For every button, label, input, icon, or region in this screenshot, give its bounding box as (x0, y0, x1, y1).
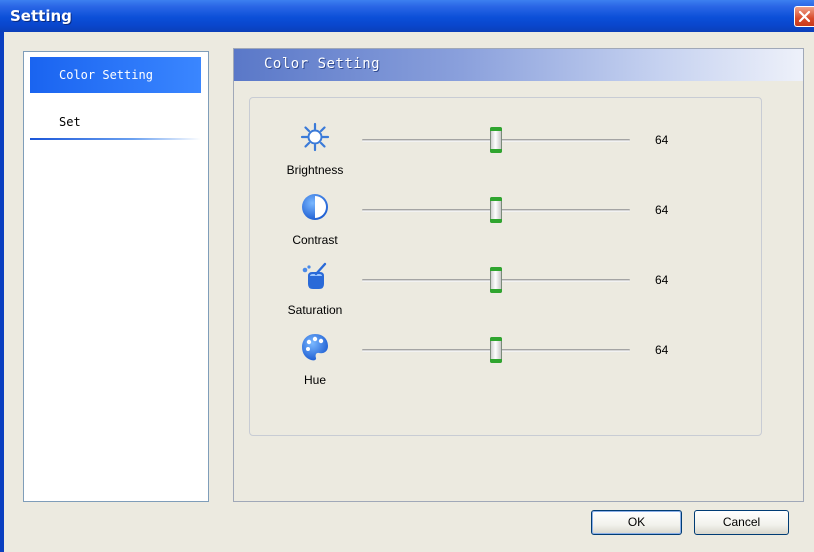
panel-title: Color Setting (264, 56, 381, 72)
contrast-slider-thumb[interactable] (490, 197, 502, 223)
color-controls-group: Brightness 64 Contrast 64 Saturation 64 … (249, 97, 762, 436)
hue-slider-thumb[interactable] (490, 337, 502, 363)
window-title: Setting (10, 7, 72, 25)
saturation-icon (300, 262, 330, 292)
contrast-row: Contrast 64 (250, 192, 761, 262)
hue-row: Hue 64 (250, 332, 761, 402)
contrast-label: Contrast (292, 233, 338, 247)
ok-button[interactable]: OK (591, 510, 682, 535)
hue-icon (300, 332, 330, 362)
hue-value: 64 (655, 343, 669, 357)
title-bar[interactable]: Setting (0, 0, 814, 32)
saturation-label: Saturation (287, 303, 343, 317)
saturation-row: Saturation 64 (250, 262, 761, 332)
settings-sidebar: Color Setting Set (23, 51, 209, 502)
hue-label: Hue (303, 373, 326, 387)
sidebar-item-set[interactable]: Set (30, 111, 201, 133)
color-setting-panel: Color Setting Brightness 64 Contrast 64 … (233, 48, 804, 502)
dialog-client-area: Color Setting Set Color Setting Brightne… (4, 32, 814, 552)
saturation-value: 64 (655, 273, 669, 287)
close-icon (798, 10, 811, 23)
contrast-value: 64 (655, 203, 669, 217)
brightness-label: Brightness (286, 163, 344, 177)
brightness-icon (300, 122, 330, 152)
brightness-value: 64 (655, 133, 669, 147)
saturation-slider-thumb[interactable] (490, 267, 502, 293)
brightness-row: Brightness 64 (250, 122, 761, 192)
contrast-icon (300, 192, 330, 222)
cancel-button[interactable]: Cancel (694, 510, 789, 535)
close-button[interactable] (794, 6, 814, 27)
sidebar-item-color-setting[interactable]: Color Setting (30, 57, 201, 93)
brightness-slider-thumb[interactable] (490, 127, 502, 153)
setting-window: Setting Color Setting Set Color Setting (0, 0, 814, 552)
panel-header: Color Setting (234, 49, 803, 81)
sidebar-divider (30, 138, 201, 140)
